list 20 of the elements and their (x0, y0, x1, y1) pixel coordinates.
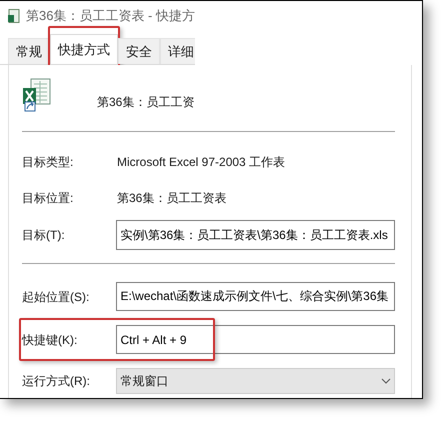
dropdown[interactable]: 常规窗口 (116, 368, 395, 394)
input-field[interactable]: Ctrl + Alt + 9 (116, 325, 395, 354)
property-value: Microsoft Excel 97-2003 工作表 (117, 154, 286, 171)
window-title: 第36集：员工工资表 - 快捷方 (26, 7, 195, 26)
property-label: 运行方式(R): (22, 373, 91, 390)
tab[interactable]: 安全 (118, 38, 160, 64)
input-field[interactable]: E:\wechat\函数速成示例文件\七、综合实例\第36集 (116, 282, 395, 311)
property-value: 第36集：员工工资表 (117, 190, 226, 207)
file-name: 第36集：员工工资 (97, 94, 194, 111)
spreadsheet-shortcut-icon (22, 78, 52, 112)
input-field[interactable]: 实例\第36集：员工工资表\第36集：员工工资表.xls (116, 220, 395, 250)
tab[interactable]: 常规 (8, 38, 50, 64)
property-label: 目标位置: (22, 190, 74, 207)
property-label: 目标类型: (22, 154, 74, 171)
chevron-down-icon (381, 378, 391, 384)
spreadsheet-icon (8, 9, 20, 23)
property-label: 起始位置(S): (22, 288, 90, 306)
tab[interactable]: 详细 (160, 38, 195, 64)
property-label: 快捷键(K): (22, 332, 78, 348)
property-label: 目标(T): (22, 227, 66, 244)
